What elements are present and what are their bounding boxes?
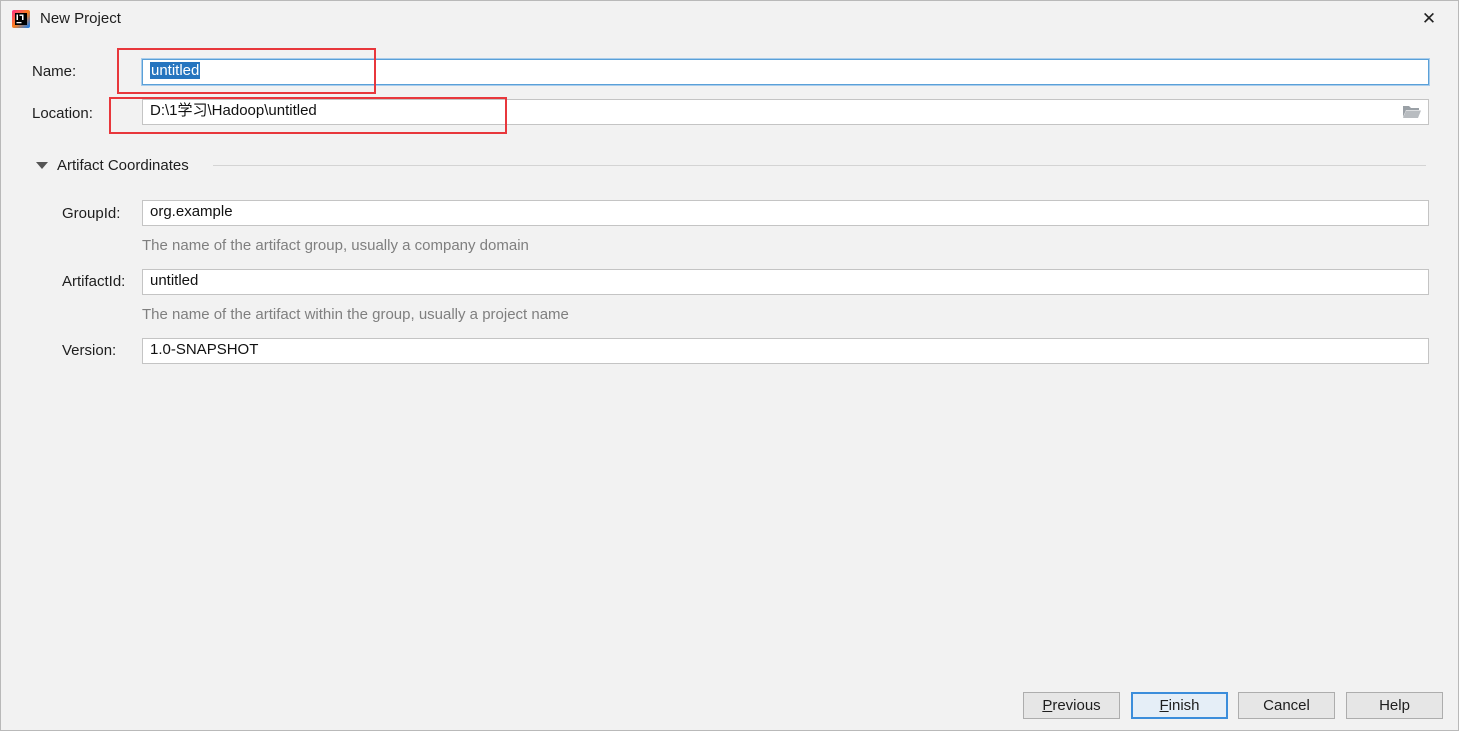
folder-open-icon[interactable] xyxy=(1402,104,1422,119)
artifact-coordinates-toggle[interactable]: Artifact Coordinates xyxy=(36,155,189,175)
group-id-input[interactable]: org.example xyxy=(142,200,1429,226)
finish-label: inish xyxy=(1168,697,1200,714)
section-divider xyxy=(213,165,1426,166)
artifact-id-input[interactable]: untitled xyxy=(142,269,1429,295)
group-id-label: GroupId: xyxy=(62,205,121,222)
triangle-down-icon xyxy=(36,161,48,169)
group-id-hint: The name of the artifact group, usually … xyxy=(142,237,529,254)
cancel-label: Cancel xyxy=(1263,697,1310,714)
name-input-value: untitled xyxy=(150,62,201,79)
intellij-idea-icon xyxy=(12,10,30,28)
section-title: Artifact Coordinates xyxy=(57,156,189,174)
artifact-id-hint: The name of the artifact within the grou… xyxy=(142,306,569,323)
new-project-dialog: New Project ✕ Name: untitled Location: D… xyxy=(0,0,1459,731)
close-icon: ✕ xyxy=(1421,9,1437,28)
name-input[interactable]: untitled xyxy=(142,59,1429,85)
version-value: 1.0-SNAPSHOT xyxy=(150,341,259,358)
close-button[interactable]: ✕ xyxy=(1415,6,1443,32)
version-input[interactable]: 1.0-SNAPSHOT xyxy=(142,338,1429,364)
location-input[interactable]: D:\1学习\Hadoop\untitled xyxy=(142,99,1429,125)
finish-mnemonic: F xyxy=(1159,697,1169,714)
previous-label: revious xyxy=(1052,697,1101,714)
title-bar: New Project ✕ xyxy=(1,1,1458,39)
finish-button[interactable]: Finish xyxy=(1131,692,1228,719)
version-label: Version: xyxy=(62,342,117,359)
help-label: Help xyxy=(1379,697,1410,714)
artifact-id-value: untitled xyxy=(150,272,199,289)
name-label: Name: xyxy=(32,63,77,80)
cancel-button[interactable]: Cancel xyxy=(1238,692,1335,719)
help-button[interactable]: Help xyxy=(1346,692,1443,719)
previous-button[interactable]: Previous xyxy=(1023,692,1120,719)
previous-mnemonic: P xyxy=(1042,697,1053,714)
window-title: New Project xyxy=(40,10,121,27)
group-id-value: org.example xyxy=(150,203,233,220)
location-input-value: D:\1学习\Hadoop\untitled xyxy=(150,102,317,119)
location-label: Location: xyxy=(32,105,93,122)
artifact-id-label: ArtifactId: xyxy=(62,273,126,290)
